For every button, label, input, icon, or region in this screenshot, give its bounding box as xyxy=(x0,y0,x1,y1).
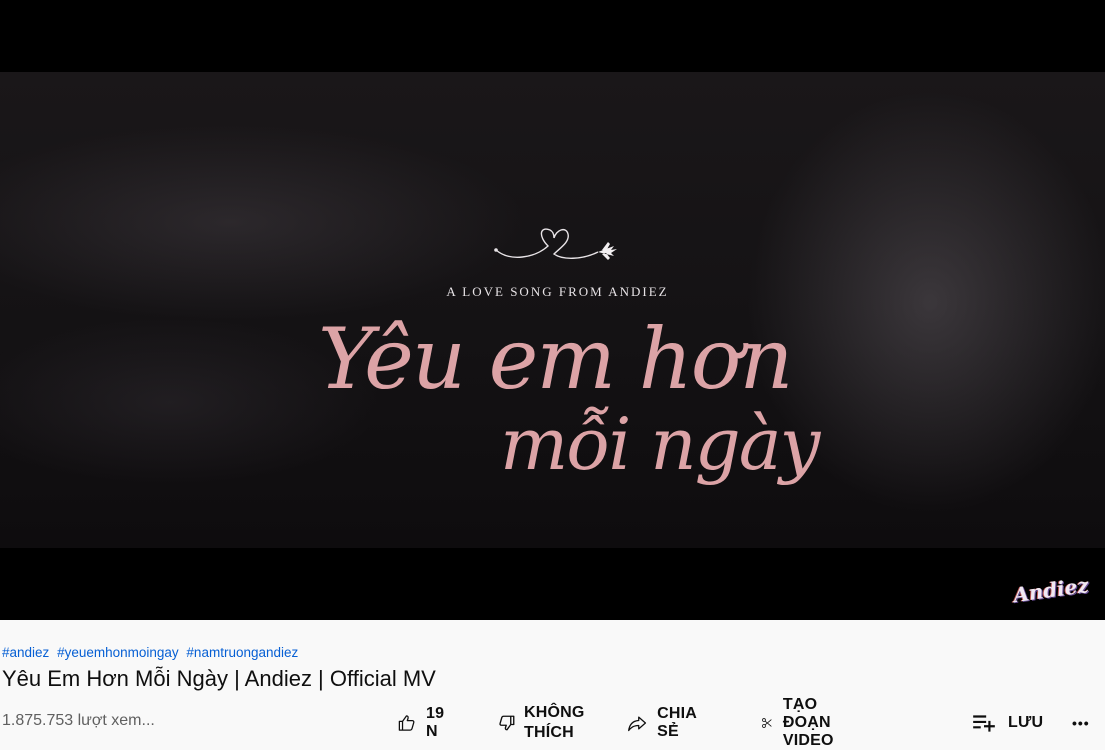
clip-button[interactable]: TẠO ĐOẠN VIDEO xyxy=(761,696,848,749)
save-label: LƯU xyxy=(1008,714,1044,731)
video-script-title-line2: mỗi ngày xyxy=(500,402,820,486)
playlist-add-icon xyxy=(973,715,995,732)
like-button[interactable]: 19 N xyxy=(397,703,451,743)
video-player[interactable]: A LOVE SONG FROM ANDIEZ Yêu em hơn mỗi n… xyxy=(0,0,1105,620)
dislike-label: KHÔNG THÍCH xyxy=(524,703,585,743)
more-horizontal-icon: ••• xyxy=(1072,715,1090,731)
save-button[interactable]: LƯU xyxy=(970,703,1043,743)
hashtag-link[interactable]: #namtruongandiez xyxy=(186,645,298,660)
share-arrow-icon xyxy=(628,716,647,732)
like-count: 19 N xyxy=(425,705,445,740)
view-count[interactable]: 1.875.753 lượt xem... xyxy=(2,712,155,730)
video-frame[interactable]: A LOVE SONG FROM ANDIEZ Yêu em hơn mỗi n… xyxy=(0,72,1105,548)
hashtag-link[interactable]: #yeuemhonmoingay xyxy=(57,645,179,660)
share-button[interactable]: CHIA SẺ xyxy=(627,703,704,743)
heart-plane-icon xyxy=(494,228,617,260)
channel-watermark[interactable]: Andiez xyxy=(1012,573,1090,607)
thumbs-up-icon xyxy=(398,715,415,731)
more-actions-button[interactable]: ••• xyxy=(1072,703,1090,743)
video-title: Yêu Em Hơn Mỗi Ngày | Andiez | Official … xyxy=(2,666,436,691)
dislike-button[interactable]: KHÔNG THÍCH xyxy=(498,703,585,743)
hashtag-link[interactable]: #andiez xyxy=(2,645,49,660)
dislike-label-line1: KHÔNG xyxy=(524,704,585,721)
video-script-title-line1: Yêu em hơn xyxy=(318,310,793,408)
scissors-icon xyxy=(762,718,772,728)
video-tagline: A LOVE SONG FROM ANDIEZ xyxy=(446,284,669,299)
share-label: CHIA SẺ xyxy=(657,705,697,740)
hashtag-list: #andiez #yeuemhonmoingay #namtruongandie… xyxy=(2,645,302,660)
dislike-label-line2: THÍCH xyxy=(524,724,574,741)
thumbs-down-icon xyxy=(499,715,515,731)
